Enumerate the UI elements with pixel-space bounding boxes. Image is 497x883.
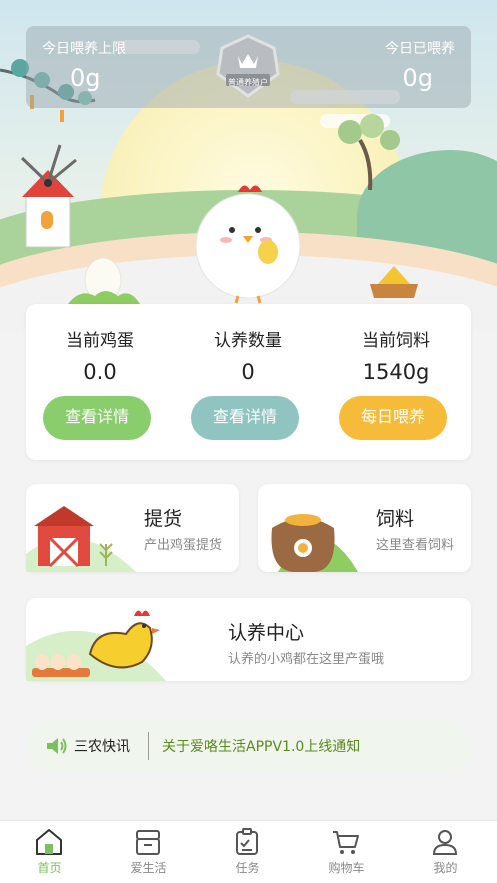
feed-subtitle: 这里查看饲料 [376, 538, 455, 553]
feed-card[interactable]: 饲料 这里查看饲料 [258, 484, 471, 572]
member-badge: 普通养殖户 [212, 34, 284, 98]
tab-label: 爱生活 [130, 861, 167, 875]
news-headline[interactable]: 关于爱咯生活APPV1.0上线通知 [162, 736, 360, 756]
view-adopted-detail-button[interactable]: 查看详情 [191, 396, 299, 440]
adopt-subtitle: 认养的小鸡都在这里产蛋哦 [228, 652, 385, 667]
tab-tasks[interactable]: 任务 [198, 821, 297, 883]
stat-value: 0 [241, 360, 255, 384]
stat-eggs: 当前鸡蛋 0.0 查看详情 [26, 304, 174, 460]
egg-icon [68, 257, 140, 304]
pickup-title: 提货 [144, 508, 183, 530]
pickup-card[interactable]: 提货 产出鸡蛋提货 [26, 484, 239, 572]
speaker-icon [47, 738, 67, 754]
daily-fed-value: 0g [402, 64, 433, 92]
bottom-tab-bar: 首页 爱生活 任务 购物车 我的 [0, 820, 497, 883]
windmill-icon [20, 144, 77, 248]
pickup-subtitle: 产出鸡蛋提货 [144, 538, 223, 553]
stat-value: 1540g [362, 360, 430, 384]
tab-label: 首页 [37, 861, 62, 875]
daily-feed-button[interactable]: 每日喂养 [339, 396, 447, 440]
tab-cart[interactable]: 购物车 [297, 821, 396, 883]
farm-scene: 今日喂养上限 0g 今日已喂养 0g 普通养殖户 [0, 0, 497, 330]
daily-limit-value: 0g [70, 64, 101, 92]
cart-icon [333, 831, 359, 854]
tab-ai-life[interactable]: 爱生活 [99, 821, 198, 883]
feed-sack-icon [271, 514, 358, 572]
feed-title: 饲料 [376, 508, 415, 530]
news-ticker[interactable]: 三农快讯 关于爱咯生活APPV1.0上线通知 [26, 720, 471, 772]
tab-home[interactable]: 首页 [0, 821, 99, 883]
shop-icon [136, 830, 160, 855]
stat-feed: 当前饲料 1540g 每日喂养 [322, 304, 470, 460]
barn-icon [26, 506, 136, 572]
home-icon [36, 829, 62, 855]
stat-value: 0.0 [83, 360, 117, 384]
badge-icon [216, 34, 280, 98]
stat-adopted: 认养数量 0 查看详情 [174, 304, 322, 460]
stat-title: 认养数量 [214, 331, 282, 351]
tree-icon [338, 114, 400, 191]
stats-card: 当前鸡蛋 0.0 查看详情 认养数量 0 查看详情 当前饲料 1540g 每日喂… [26, 304, 471, 460]
task-icon [236, 828, 258, 855]
view-eggs-detail-button[interactable]: 查看详情 [43, 396, 151, 440]
stat-title: 当前饲料 [362, 331, 430, 351]
tab-label: 任务 [235, 861, 260, 875]
badge-label: 普通养殖户 [228, 78, 268, 87]
hen-with-eggs-icon [26, 610, 166, 681]
stat-title: 当前鸡蛋 [66, 331, 134, 351]
daily-limit-label: 今日喂养上限 [42, 41, 126, 57]
divider [148, 732, 149, 760]
tab-label: 我的 [433, 861, 458, 875]
tab-label: 购物车 [328, 861, 365, 875]
profile-icon [432, 830, 458, 855]
adopt-center-card[interactable]: 认养中心 认养的小鸡都在这里产蛋哦 [26, 598, 471, 681]
daily-fed-label: 今日已喂养 [385, 41, 455, 57]
chicken-mascot [195, 185, 301, 304]
news-tag: 三农快讯 [74, 739, 130, 755]
tab-profile[interactable]: 我的 [396, 821, 495, 883]
adopt-title: 认养中心 [228, 622, 305, 644]
feed-bowl-icon [370, 266, 418, 298]
